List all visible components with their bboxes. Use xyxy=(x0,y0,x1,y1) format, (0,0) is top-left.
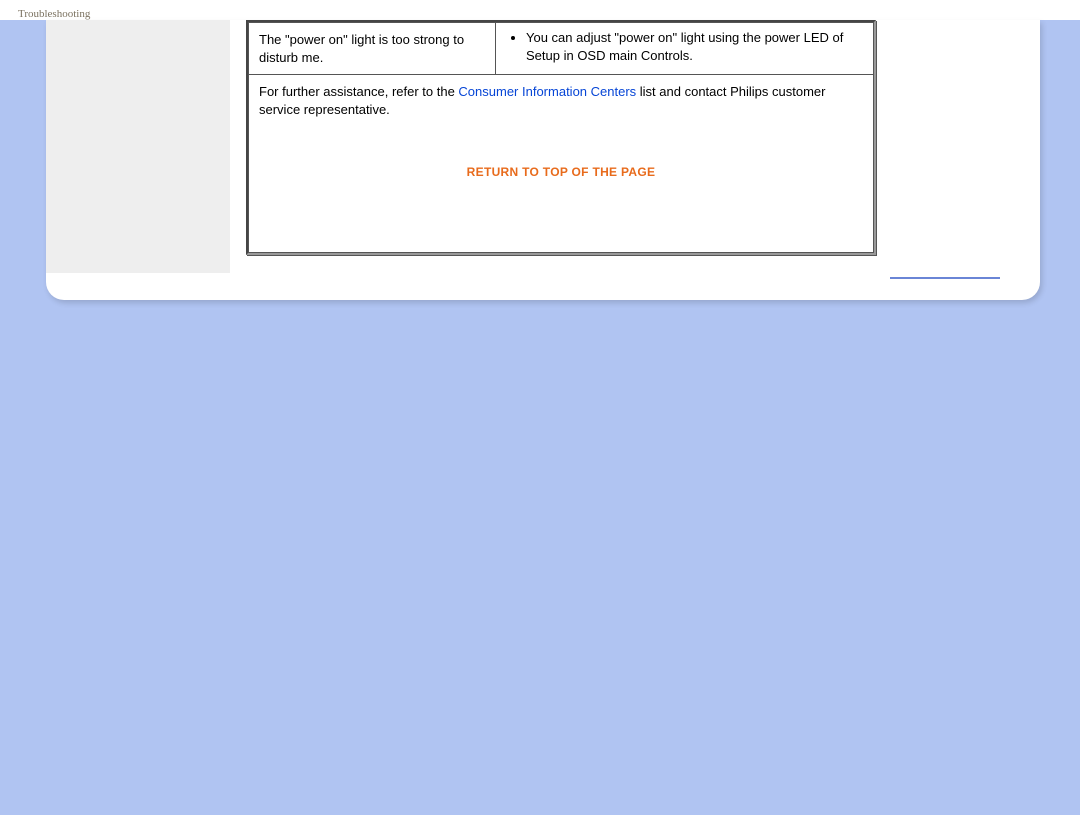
consumer-info-link[interactable]: Consumer Information Centers xyxy=(458,84,636,99)
assist-row: For further assistance, refer to the Con… xyxy=(248,75,874,253)
solution-list: You can adjust "power on" light using th… xyxy=(504,29,865,64)
page-header-title: Troubleshooting xyxy=(0,0,1080,20)
decorative-line xyxy=(890,277,1000,279)
main-card: The "power on" light is too strong to di… xyxy=(46,20,1040,300)
page-background: The "power on" light is too strong to di… xyxy=(0,20,1080,815)
issue-cell: The "power on" light is too strong to di… xyxy=(248,22,496,75)
solution-bullet: You can adjust "power on" light using th… xyxy=(526,29,865,64)
return-to-top-link[interactable]: RETURN TO TOP OF THE PAGE xyxy=(259,164,863,180)
troubleshoot-table: The "power on" light is too strong to di… xyxy=(246,20,876,255)
sidebar-panel xyxy=(46,20,230,273)
table-row: The "power on" light is too strong to di… xyxy=(248,22,874,75)
solution-cell: You can adjust "power on" light using th… xyxy=(496,22,874,75)
assist-prefix: For further assistance, refer to the xyxy=(259,84,458,99)
